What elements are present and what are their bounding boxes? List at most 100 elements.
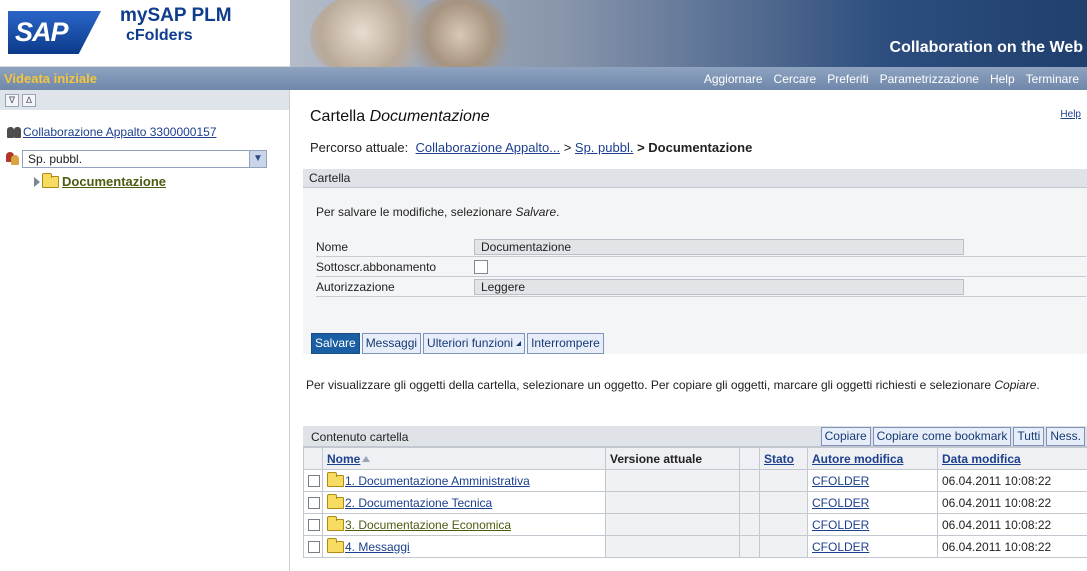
column-header-autore[interactable]: Autore modifica: [807, 447, 938, 470]
header: SAP mySAP PLM cFolders Collaboration on …: [0, 0, 1087, 67]
copy-instruction-end: .: [1036, 378, 1040, 392]
row-select-cell: [303, 513, 323, 536]
copiare-button[interactable]: Copiare: [820, 427, 871, 446]
folder-icon: [327, 537, 344, 553]
collaboration-link[interactable]: Collaborazione Appalto 3300000157: [23, 125, 217, 139]
page-title-name: Documentazione: [369, 108, 490, 125]
column-header-stato[interactable]: Stato: [759, 447, 808, 470]
copy-instruction-em: Copiare: [994, 378, 1037, 392]
tree-item-documentazione[interactable]: Documentazione: [34, 172, 166, 189]
salvare-button[interactable]: Salvare: [311, 333, 360, 354]
space-select[interactable]: Sp. pubbl. ▼: [22, 150, 267, 168]
sottoscrizione-checkbox[interactable]: [474, 260, 488, 274]
column-data-label[interactable]: Data modifica: [942, 452, 1021, 466]
menu-triangle-icon: [516, 341, 522, 346]
autorizzazione-label: Autorizzazione: [316, 280, 395, 294]
help-link[interactable]: Help: [1060, 109, 1081, 120]
table-row: 3. Documentazione Economica CFOLDER 06.0…: [303, 513, 1087, 536]
table-header-row: Nome Versione attuale Stato Autore modif…: [303, 447, 1087, 470]
chevron-down-icon[interactable]: ▼: [249, 151, 266, 167]
app-title[interactable]: Videata iniziale: [0, 71, 97, 86]
column-nome-label[interactable]: Nome: [327, 452, 360, 466]
row-name-link[interactable]: 1. Documentazione Amministrativa: [345, 474, 530, 488]
field-row-autorizzazione: Autorizzazione Leggere: [316, 277, 1086, 297]
row-version-cell: [605, 469, 740, 492]
messaggi-button[interactable]: Messaggi: [361, 333, 422, 354]
row-author-link[interactable]: CFOLDER: [812, 518, 869, 532]
page-title-prefix: Cartella: [310, 108, 366, 125]
folder-contents: Contenuto cartella Copiare Copiare come …: [303, 426, 1087, 571]
tagline: Collaboration on the Web: [889, 39, 1083, 56]
product-name: mySAP PLM cFolders: [120, 6, 232, 46]
folder-details-section: Cartella Per salvare le modifiche, selez…: [303, 169, 1087, 354]
section-header: Cartella: [303, 169, 1087, 188]
menu-aggiornare[interactable]: Aggiornare: [704, 72, 763, 86]
row-status-cell: [759, 469, 808, 492]
row-name-link[interactable]: 2. Documentazione Tecnica: [345, 496, 492, 510]
save-instruction: Per salvare le modifiche, selezionare Sa…: [316, 205, 559, 219]
row-spacer-cell: [739, 469, 760, 492]
group-icon: [5, 152, 20, 165]
column-header-data[interactable]: Data modifica: [937, 447, 1087, 470]
top-menu: Aggiornare Cercare Preferiti Parametrizz…: [693, 72, 1087, 86]
folder-icon: [42, 172, 59, 188]
row-author-cell: CFOLDER: [807, 469, 938, 492]
folder-action-buttons: Salvare Messaggi Ulteriori funzioni Inte…: [311, 333, 606, 354]
ulteriori-funzioni-label: Ulteriori funzioni: [427, 336, 514, 350]
row-name-cell: 1. Documentazione Amministrativa: [322, 469, 606, 492]
ulteriori-funzioni-button[interactable]: Ulteriori funzioni: [423, 333, 526, 354]
breadcrumb-space[interactable]: Sp. pubbl.: [575, 140, 634, 155]
tree-toolbar: ∇ ∆: [0, 90, 289, 110]
menu-help[interactable]: Help: [990, 72, 1015, 86]
field-row-nome: Nome Documentazione: [316, 237, 1086, 257]
menu-terminare[interactable]: Terminare: [1026, 72, 1079, 86]
expand-icon[interactable]: ∆: [22, 93, 36, 107]
row-checkbox[interactable]: [308, 519, 320, 532]
row-date-cell: 06.04.2011 10:08:22: [937, 535, 1087, 558]
nome-field: Documentazione: [474, 239, 964, 255]
row-author-cell: CFOLDER: [807, 535, 938, 558]
menu-bar: Videata iniziale Aggiornare Cercare Pref…: [0, 67, 1087, 90]
collapse-icon[interactable]: ∇: [5, 93, 19, 107]
sort-icon[interactable]: [362, 455, 371, 462]
product-line-2: cFolders: [126, 27, 193, 44]
menu-cercare[interactable]: Cercare: [774, 72, 817, 86]
row-author-link[interactable]: CFOLDER: [812, 496, 869, 510]
header-banner: Collaboration on the Web: [290, 0, 1087, 67]
contents-table: Nome Versione attuale Stato Autore modif…: [303, 447, 1087, 558]
row-author-link[interactable]: CFOLDER: [812, 474, 869, 488]
row-select-cell: [303, 491, 323, 514]
interrompere-button[interactable]: Interrompere: [527, 333, 604, 354]
menu-preferiti[interactable]: Preferiti: [827, 72, 868, 86]
row-name-link[interactable]: 4. Messaggi: [345, 540, 410, 554]
column-stato-label[interactable]: Stato: [764, 452, 794, 466]
ness-button[interactable]: Ness.: [1046, 427, 1085, 446]
row-status-cell: [759, 513, 808, 536]
table-row: 4. Messaggi CFOLDER 06.04.2011 10:08:22: [303, 535, 1087, 558]
copiare-bookmark-button[interactable]: Copiare come bookmark: [872, 427, 1012, 446]
menu-parametrizzazione[interactable]: Parametrizzazione: [880, 72, 979, 86]
tree-root: Collaborazione Appalto 3300000157: [6, 125, 217, 139]
row-name-link[interactable]: 3. Documentazione Economica: [345, 518, 511, 532]
column-autore-label[interactable]: Autore modifica: [812, 452, 903, 466]
row-author-link[interactable]: CFOLDER: [812, 540, 869, 554]
save-instruction-em: Salvare: [515, 205, 557, 219]
tutti-button[interactable]: Tutti: [1013, 427, 1045, 446]
breadcrumb-current: > Documentazione: [637, 140, 753, 155]
row-checkbox[interactable]: [308, 541, 320, 554]
save-instruction-end: .: [556, 205, 560, 219]
column-header-nome[interactable]: Nome: [322, 447, 606, 470]
row-checkbox[interactable]: [308, 475, 320, 488]
table-row: 2. Documentazione Tecnica CFOLDER 06.04.…: [303, 491, 1087, 514]
row-checkbox[interactable]: [308, 497, 320, 510]
binoculars-icon: [6, 126, 23, 139]
tree-folder-link[interactable]: Documentazione: [62, 174, 166, 189]
expand-arrow-icon[interactable]: [34, 176, 40, 187]
navigation-panel: ∇ ∆ Collaborazione Appalto 3300000157 Sp…: [0, 90, 290, 571]
breadcrumb-label: Percorso attuale:: [310, 140, 409, 155]
row-version-cell: [605, 535, 740, 558]
row-name-cell: 2. Documentazione Tecnica: [322, 491, 606, 514]
main-content: Cartella Documentazione Help Percorso at…: [298, 90, 1087, 571]
breadcrumb-collaboration[interactable]: Collaborazione Appalto...: [416, 140, 561, 155]
row-status-cell: [759, 491, 808, 514]
